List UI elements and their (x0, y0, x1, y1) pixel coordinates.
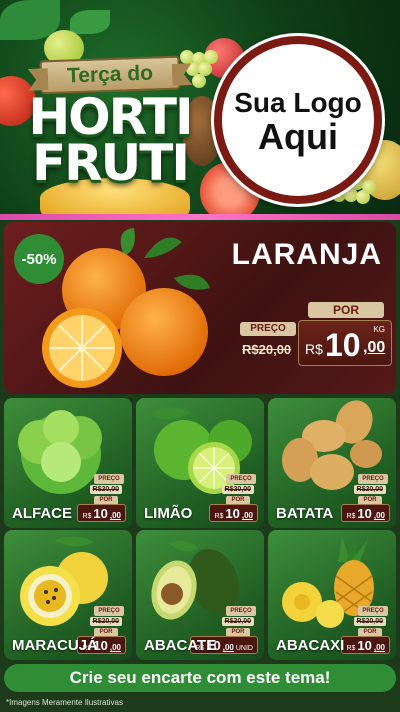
orange-illustration (42, 228, 210, 388)
product-name: ABACAXI (276, 637, 345, 654)
price-integer: 10 (357, 506, 372, 521)
new-price: R$ 10 ,00 (77, 504, 126, 522)
price-integer: 10 (225, 506, 240, 521)
price-decimal: ,00 (373, 511, 385, 520)
price-integer: 10 (357, 638, 372, 653)
preco-label: PREÇO (240, 322, 296, 336)
price-decimal: ,00 (109, 511, 121, 520)
price-currency: R$ (214, 513, 224, 520)
main-offer-card[interactable]: -50% LARANJA POR PREÇO R$20,00 R$ 10 ,00… (4, 222, 396, 394)
price-decimal: ,00 (363, 339, 386, 356)
preco-label: PREÇO (94, 474, 124, 484)
disclaimer-text: *Imagens Meramente Ilustrativas (6, 698, 123, 707)
price-decimal: ,00 (373, 643, 385, 652)
offer-product-name: LARANJA (231, 238, 382, 271)
day-banner-text: Terça do (66, 61, 154, 88)
old-price: R$20,00 (221, 617, 254, 626)
product-name: BATATA (276, 505, 334, 522)
logo-line-1: Sua Logo (234, 87, 362, 118)
product-card-limao[interactable]: PREÇO R$20,00 POR R$ 10 ,00 LIMÃO (136, 398, 264, 528)
logo-placeholder[interactable]: Sua Logo Aqui (214, 36, 382, 204)
product-name: ABACATE (144, 637, 217, 654)
old-price: R$20,00 (89, 617, 122, 626)
product-name: MARACUJÁ (12, 637, 98, 654)
new-price: R$ 10 ,00 KG (298, 320, 392, 366)
discount-badge: -50% (14, 234, 64, 284)
hortifruti-title: HORTI FRUTI (10, 92, 210, 192)
title-line-2: FRUTI (32, 134, 190, 192)
price-currency: R$ (82, 513, 92, 520)
product-card-abacaxi[interactable]: PREÇO R$20,00 POR R$ 10 ,00 ABACAXI (268, 530, 396, 660)
pink-divider (0, 214, 400, 220)
product-name: LIMÃO (144, 505, 193, 522)
por-label: POR (308, 302, 384, 318)
old-price: R$20,00 (353, 617, 386, 626)
preco-label: PREÇO (358, 474, 388, 484)
cta-button[interactable]: Crie seu encarte com este tema! (4, 664, 396, 692)
new-price: R$ 10 ,00 (341, 636, 390, 654)
logo-line-2: Aqui (258, 116, 338, 157)
new-price: R$ 10 ,00 (341, 504, 390, 522)
preco-label: PREÇO (94, 606, 124, 616)
new-price: R$ 10 ,00 (209, 504, 258, 522)
price-currency: R$ (305, 341, 323, 357)
old-price: R$20,00 (89, 485, 122, 494)
price-unit: UNID (235, 645, 253, 652)
product-card-batata[interactable]: PREÇO R$20,00 POR R$ 10 ,00 BATATA (268, 398, 396, 528)
price-currency: R$ (346, 645, 356, 652)
header-banner: Terça do HORTI FRUTI Sua Logo Aqui (0, 0, 400, 216)
price-currency: R$ (346, 513, 356, 520)
product-card-maracuja[interactable]: PREÇO R$20,00 POR R$ 10 ,00 MARACUJÁ (4, 530, 132, 660)
preco-label: PREÇO (358, 606, 388, 616)
old-price: R$20,00 (221, 485, 254, 494)
price-unit: KG (373, 325, 385, 334)
old-price: R$20,00 (353, 485, 386, 494)
preco-label: PREÇO (226, 474, 256, 484)
price-decimal: ,00 (241, 511, 253, 520)
old-price: R$20,00 (242, 342, 292, 357)
price-decimal: ,00 (222, 643, 234, 652)
leaf-decoration (70, 10, 110, 34)
price-integer: 10 (325, 327, 361, 363)
product-card-abacate[interactable]: PREÇO R$20,00 POR R$ 10 ,00 UNID ABACATE (136, 530, 264, 660)
preco-label: PREÇO (226, 606, 256, 616)
price-decimal: ,00 (109, 643, 121, 652)
product-card-alface[interactable]: PREÇO R$20,00 POR R$ 10 ,00 ALFACE (4, 398, 132, 528)
product-name: ALFACE (12, 505, 72, 522)
price-integer: 10 (93, 506, 108, 521)
